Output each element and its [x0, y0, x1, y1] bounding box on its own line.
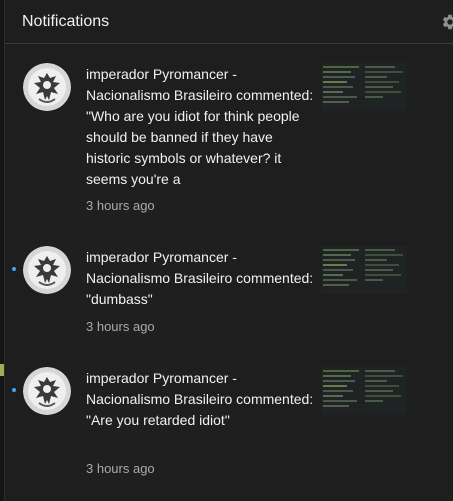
notifications-panel: Notifications imperador Pyromancer - Nac… [4, 0, 453, 501]
notification-text: imperador Pyromancer - Nacionalismo Bras… [86, 66, 314, 187]
notification-time: 3 hours ago [86, 319, 155, 334]
avatar[interactable] [23, 246, 71, 294]
video-thumbnail[interactable] [321, 367, 407, 415]
panel-title: Notifications [22, 13, 110, 30]
page: Notifications imperador Pyromancer - Nac… [0, 0, 453, 501]
notifications-header: Notifications [5, 0, 453, 44]
unread-dot-icon [12, 267, 16, 271]
avatar[interactable] [23, 367, 71, 415]
notification-time: 3 hours ago [86, 461, 155, 476]
eagle-emblem-icon [23, 63, 71, 111]
video-thumbnail[interactable] [321, 246, 407, 294]
eagle-emblem-icon [23, 367, 71, 415]
notification-text: imperador Pyromancer - Nacionalismo Bras… [86, 249, 314, 307]
video-thumbnail[interactable] [321, 63, 407, 111]
notification-item[interactable]: imperador Pyromancer - Nacionalismo Bras… [5, 60, 453, 240]
avatar[interactable] [23, 63, 71, 111]
notification-text: imperador Pyromancer - Nacionalismo Bras… [86, 370, 314, 428]
notification-item[interactable]: imperador Pyromancer - Nacionalismo Bras… [5, 243, 453, 343]
eagle-emblem-icon [23, 246, 71, 294]
notification-item[interactable]: imperador Pyromancer - Nacionalismo Bras… [5, 364, 453, 494]
unread-dot-icon [12, 388, 16, 392]
gear-icon[interactable] [441, 13, 453, 31]
notification-time: 3 hours ago [86, 198, 155, 213]
